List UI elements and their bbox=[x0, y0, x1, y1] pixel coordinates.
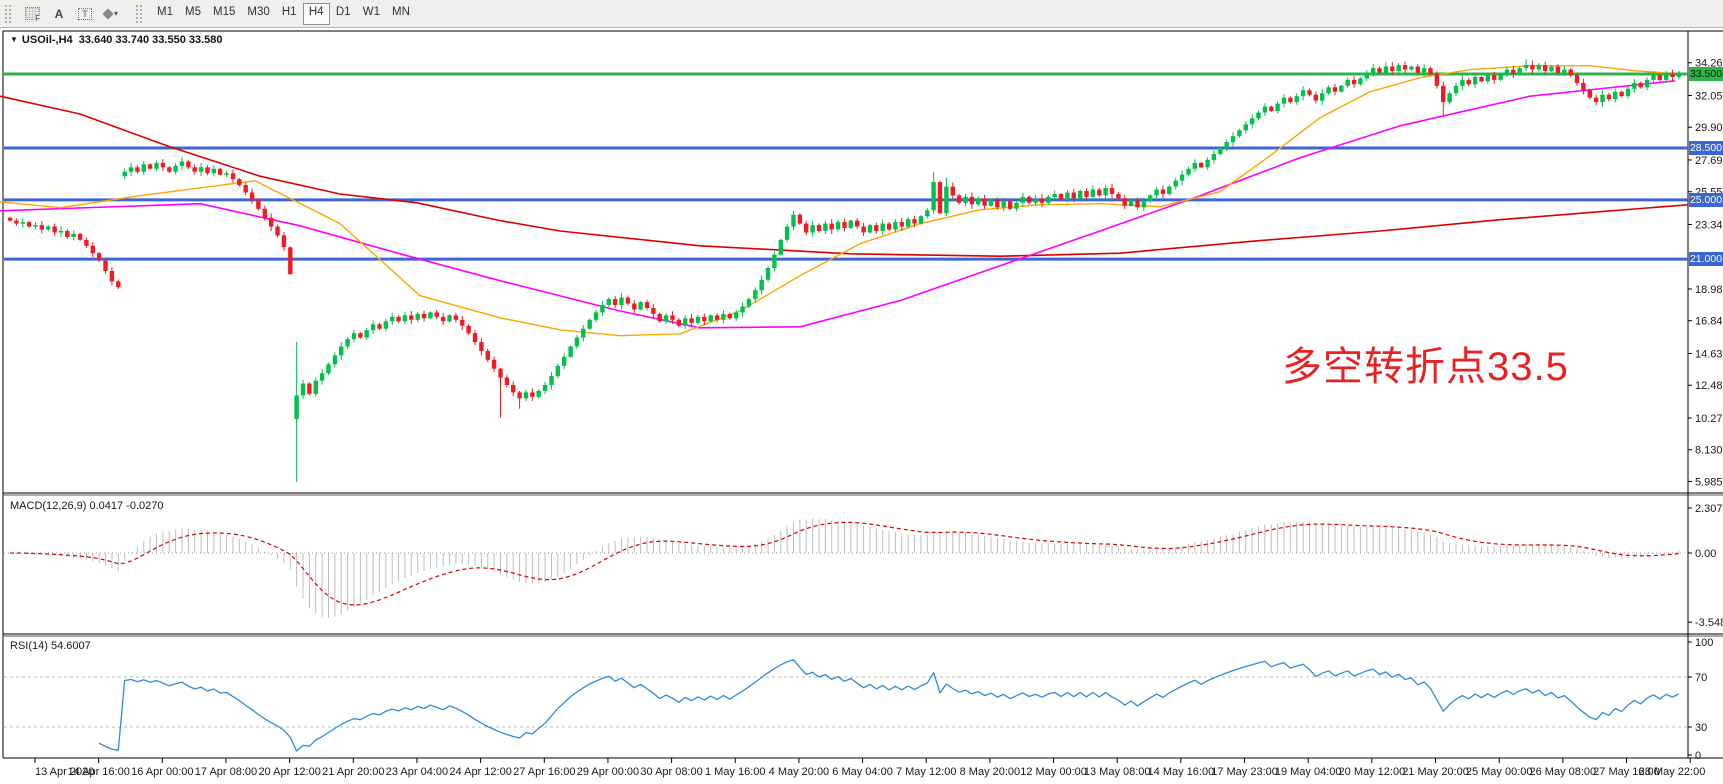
timeframe-m1-button[interactable]: M1 bbox=[151, 3, 179, 25]
macd-indicator-label: MACD(12,26,9) 0.0417 -0.0270 bbox=[10, 500, 164, 512]
svg-text:14 May 16:00: 14 May 16:00 bbox=[1148, 766, 1215, 778]
svg-text:2.3072: 2.3072 bbox=[1695, 503, 1723, 515]
timeframe-h1-button[interactable]: H1 bbox=[276, 3, 303, 25]
chevron-down-icon[interactable]: ▼ bbox=[10, 35, 18, 44]
svg-text:29.905: 29.905 bbox=[1695, 122, 1723, 134]
svg-text:34.260: 34.260 bbox=[1695, 58, 1723, 70]
arrows-style-icon[interactable]: ▾ bbox=[99, 3, 123, 25]
svg-text:27 Apr 16:00: 27 Apr 16:00 bbox=[513, 766, 575, 778]
timeframe-group: M1M5M15M30H1H4D1W1MN bbox=[151, 3, 416, 25]
svg-text:16.840: 16.840 bbox=[1695, 316, 1723, 328]
svg-text:6 May 04:00: 6 May 04:00 bbox=[832, 766, 893, 778]
svg-text:0.00: 0.00 bbox=[1695, 548, 1716, 560]
dropdown-arrow-icon[interactable]: ▾ bbox=[114, 9, 118, 18]
textbox-t-icon[interactable]: T bbox=[73, 3, 97, 25]
chart-window[interactable]: ▼USOil-,H4 33.640 33.740 33.550 33.580 M… bbox=[0, 28, 1723, 784]
rsi-line bbox=[99, 660, 1679, 751]
chart-annotation-text: 多空转折点33.5 bbox=[1282, 334, 1569, 392]
timeframe-m15-button[interactable]: M15 bbox=[207, 3, 241, 25]
svg-text:21 Apr 20:00: 21 Apr 20:00 bbox=[322, 766, 384, 778]
svg-text:13 May 08:00: 13 May 08:00 bbox=[1084, 766, 1151, 778]
svg-text:27.695: 27.695 bbox=[1695, 155, 1723, 167]
svg-text:21 May 20:00: 21 May 20:00 bbox=[1402, 766, 1469, 778]
svg-text:17 Apr 08:00: 17 Apr 08:00 bbox=[195, 766, 257, 778]
svg-text:7 May 12:00: 7 May 12:00 bbox=[896, 766, 957, 778]
toolbar: A T ▾ M1M5M15M30H1H4D1W1MN bbox=[0, 0, 1723, 28]
svg-text:16 Apr 00:00: 16 Apr 00:00 bbox=[131, 766, 193, 778]
svg-text:10.275: 10.275 bbox=[1695, 413, 1723, 425]
svg-text:18.985: 18.985 bbox=[1695, 284, 1723, 296]
timeframe-w1-button[interactable]: W1 bbox=[357, 3, 386, 25]
svg-text:5.985: 5.985 bbox=[1695, 476, 1723, 488]
svg-text:14 Apr 16:00: 14 Apr 16:00 bbox=[67, 766, 129, 778]
svg-text:12 May 00:00: 12 May 00:00 bbox=[1020, 766, 1087, 778]
svg-text:25 May 00:00: 25 May 00:00 bbox=[1466, 766, 1533, 778]
symbol-ohlc-header: ▼USOil-,H4 33.640 33.740 33.550 33.580 bbox=[10, 34, 223, 46]
svg-text:70: 70 bbox=[1695, 672, 1707, 684]
timeframe-d1-button[interactable]: D1 bbox=[330, 3, 357, 25]
svg-text:0: 0 bbox=[1695, 750, 1701, 762]
svg-text:32.050: 32.050 bbox=[1695, 90, 1723, 102]
svg-text:23 Apr 04:00: 23 Apr 04:00 bbox=[386, 766, 448, 778]
svg-text:14.630: 14.630 bbox=[1695, 348, 1723, 360]
svg-text:-3.5484: -3.5484 bbox=[1695, 617, 1723, 629]
candlestick-series bbox=[8, 59, 1681, 482]
ma-mid-magenta bbox=[0, 81, 1675, 328]
ma-slow-red bbox=[0, 96, 1688, 256]
svg-text:20 Apr 12:00: 20 Apr 12:00 bbox=[258, 766, 320, 778]
rsi-indicator-label: RSI(14) 54.6007 bbox=[10, 640, 91, 652]
svg-text:4 May 20:00: 4 May 20:00 bbox=[769, 766, 830, 778]
svg-text:23.340: 23.340 bbox=[1695, 219, 1723, 231]
macd-histogram bbox=[10, 519, 1679, 618]
timeframe-m30-button[interactable]: M30 bbox=[241, 3, 275, 25]
svg-text:30: 30 bbox=[1695, 722, 1707, 734]
timeframe-mn-button[interactable]: MN bbox=[386, 3, 416, 25]
svg-text:8.130: 8.130 bbox=[1695, 445, 1723, 457]
svg-text:8 May 20:00: 8 May 20:00 bbox=[960, 766, 1021, 778]
svg-text:1 May 16:00: 1 May 16:00 bbox=[705, 766, 766, 778]
svg-text:30 Apr 08:00: 30 Apr 08:00 bbox=[640, 766, 702, 778]
svg-text:28 May 22:00: 28 May 22:00 bbox=[1639, 766, 1706, 778]
svg-text:25.550: 25.550 bbox=[1695, 187, 1723, 199]
chart-canvas[interactable]: 34.260 32.050 29.905 27.695 25.550 23.340 18.9… bbox=[0, 28, 1723, 784]
text-a-icon[interactable]: A bbox=[47, 3, 71, 25]
timeframe-m5-button[interactable]: M5 bbox=[179, 3, 207, 25]
svg-text:17 May 23:00: 17 May 23:00 bbox=[1211, 766, 1278, 778]
svg-text:12.485: 12.485 bbox=[1695, 380, 1723, 392]
svg-text:29 Apr 00:00: 29 Apr 00:00 bbox=[577, 766, 639, 778]
toolbar-drag-handle[interactable] bbox=[4, 4, 12, 24]
svg-text:100: 100 bbox=[1695, 637, 1713, 649]
svg-text:20 May 12:00: 20 May 12:00 bbox=[1339, 766, 1406, 778]
toolbar-drag-handle[interactable] bbox=[135, 4, 143, 24]
svg-text:26 May 08:00: 26 May 08:00 bbox=[1530, 766, 1597, 778]
svg-text:24 Apr 12:00: 24 Apr 12:00 bbox=[449, 766, 511, 778]
chart-grid-f-icon[interactable] bbox=[20, 3, 45, 25]
svg-text:19 May 04:00: 19 May 04:00 bbox=[1275, 766, 1342, 778]
timeframe-h4-button[interactable]: H4 bbox=[303, 3, 330, 25]
